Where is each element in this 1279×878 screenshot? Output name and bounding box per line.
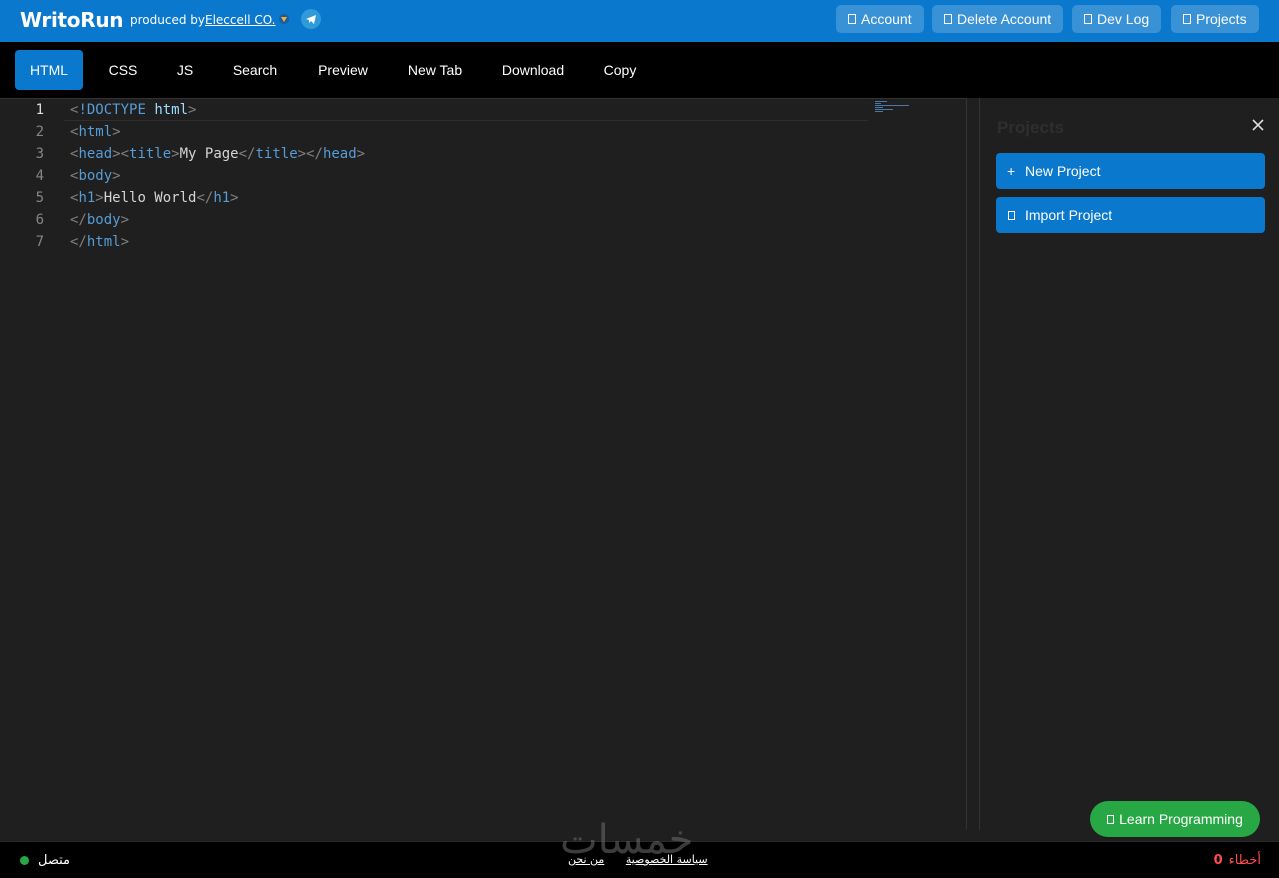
close-icon[interactable]	[1251, 118, 1265, 132]
import-project-label: Import Project	[1025, 207, 1113, 223]
tab-search[interactable]: Search	[220, 50, 290, 90]
learn-icon	[1107, 814, 1115, 824]
status-bar: متصل سياسة الخصوصية من نحن أخطاء 0	[0, 841, 1279, 878]
delete-account-label: Delete Account	[957, 11, 1052, 27]
dev-log-button[interactable]: Dev Log	[1072, 5, 1162, 33]
tab-css[interactable]: CSS	[93, 50, 153, 90]
import-project-button[interactable]: Import Project	[996, 197, 1265, 233]
connection-status-dot	[20, 856, 29, 865]
line-number: 4	[35, 168, 44, 184]
company-link[interactable]: Eleccell CO.	[205, 13, 276, 27]
privacy-policy-link[interactable]: سياسة الخصوصية	[626, 853, 708, 866]
tab-new-tab[interactable]: New Tab	[395, 50, 475, 90]
account-button-label: Account	[861, 11, 912, 27]
line-number: 6	[35, 212, 44, 228]
learn-programming-button[interactable]: Learn Programming	[1090, 801, 1260, 837]
tab-copy[interactable]: Copy	[592, 50, 648, 90]
produced-by-label: produced by	[130, 13, 205, 27]
dev-log-label: Dev Log	[1097, 11, 1150, 27]
delete-account-button[interactable]: Delete Account	[932, 5, 1064, 33]
new-project-label: New Project	[1025, 163, 1101, 179]
account-icon	[848, 14, 856, 24]
about-us-link[interactable]: من نحن	[568, 853, 604, 866]
learn-programming-label: Learn Programming	[1119, 811, 1243, 827]
code-line: </html>	[70, 234, 130, 250]
footer-links: سياسة الخصوصية من نحن	[568, 853, 726, 866]
telegram-icon[interactable]	[301, 9, 321, 29]
code-editor[interactable]: 1 2 3 4 5 6 7 <!DOCTYPE html> <html> <he…	[0, 98, 966, 830]
errors-counter: أخطاء 0	[1214, 853, 1261, 868]
tab-bar: HTML CSS JS Search Preview New Tab Downl…	[0, 42, 1279, 98]
projects-button-label: Projects	[1196, 11, 1247, 27]
produced-by: produced byEleccell CO.	[130, 13, 276, 27]
account-button[interactable]: Account	[836, 5, 924, 33]
code-line: </body>	[70, 212, 130, 228]
line-number: 7	[35, 234, 44, 250]
editor-scrollbar[interactable]	[966, 98, 980, 830]
code-line: <h1>Hello World</h1>	[70, 190, 239, 206]
connection-status: متصل	[38, 853, 71, 868]
website-icon[interactable]	[275, 9, 295, 29]
tab-js[interactable]: JS	[160, 50, 210, 90]
tab-preview[interactable]: Preview	[305, 50, 381, 90]
tab-download[interactable]: Download	[490, 50, 576, 90]
code-line: <body>	[70, 168, 121, 184]
projects-panel-title: Projects	[997, 118, 1065, 137]
code-line: <!DOCTYPE html>	[70, 102, 197, 118]
line-number: 5	[35, 190, 44, 206]
new-project-button[interactable]: + New Project	[996, 153, 1265, 189]
dev-log-icon	[1084, 14, 1092, 24]
line-number: 2	[35, 124, 44, 140]
errors-count: 0	[1213, 853, 1223, 868]
brand-logo: WritoRun	[20, 8, 124, 32]
line-number: 1	[35, 102, 44, 118]
projects-button[interactable]: Projects	[1171, 5, 1259, 33]
top-bar: WritoRun produced byEleccell CO. Account…	[0, 0, 1279, 42]
delete-icon	[944, 14, 952, 24]
code-line: <html>	[70, 124, 121, 140]
plus-icon: +	[1007, 163, 1016, 179]
tab-html[interactable]: HTML	[15, 50, 83, 90]
errors-label: أخطاء	[1228, 853, 1261, 868]
editor-minimap[interactable]	[875, 101, 915, 113]
projects-panel: Projects + New Project Import Project	[981, 98, 1279, 830]
projects-icon	[1183, 14, 1191, 24]
line-number: 3	[35, 146, 44, 162]
code-line: <head><title>My Page</title></head>	[70, 146, 366, 162]
import-icon	[1008, 210, 1015, 220]
